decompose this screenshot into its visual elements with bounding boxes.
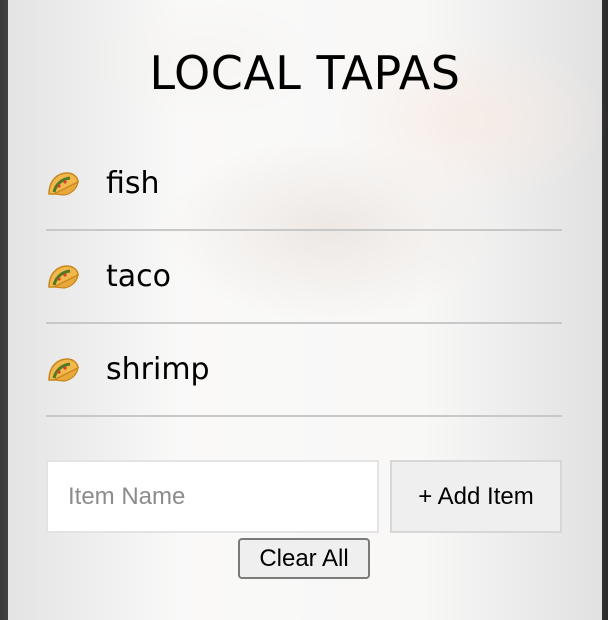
taco-icon bbox=[46, 170, 80, 198]
taco-icon bbox=[46, 356, 80, 384]
item-label: shrimp bbox=[106, 352, 210, 387]
item-list: fish taco shrimp bbox=[46, 138, 562, 417]
page-title: LOCAL TAPAS bbox=[149, 46, 461, 100]
item-name-input[interactable] bbox=[46, 460, 379, 533]
add-item-button[interactable]: + Add Item bbox=[390, 460, 562, 533]
tapas-card: LOCAL TAPAS fish taco shrimp Item Name +… bbox=[8, 0, 602, 620]
clear-all-button[interactable]: Clear All bbox=[238, 538, 370, 579]
list-item: fish bbox=[46, 138, 562, 231]
taco-icon bbox=[46, 263, 80, 291]
item-label: fish bbox=[106, 166, 160, 201]
item-label: taco bbox=[106, 259, 171, 294]
list-item: shrimp bbox=[46, 324, 562, 417]
list-item: taco bbox=[46, 231, 562, 324]
